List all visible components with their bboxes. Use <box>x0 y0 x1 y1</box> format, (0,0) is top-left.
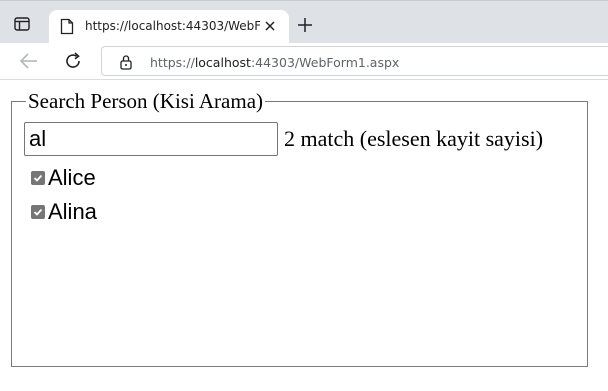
tab-title: https://localhost:44303/WebForm1.aspx <box>85 19 260 33</box>
active-tab[interactable]: https://localhost:44303/WebForm1.aspx <box>49 10 289 44</box>
sidebar-toggle-icon <box>14 17 30 31</box>
result-label: Alice <box>48 165 96 190</box>
url-scheme: https:// <box>150 55 195 70</box>
url-text[interactable]: https://localhost:44303/WebForm1.aspx <box>150 55 399 70</box>
checkmark-icon <box>33 174 43 182</box>
tab-actions-button[interactable] <box>10 13 34 35</box>
browser-toolbar: https://localhost:44303/WebForm1.aspx <box>0 43 608 80</box>
search-input[interactable] <box>24 122 278 156</box>
list-item[interactable]: Alina <box>31 195 97 229</box>
result-checkbox[interactable] <box>31 171 45 185</box>
url-path: :44303/WebForm1.aspx <box>250 55 400 70</box>
url-host: localhost <box>194 55 251 70</box>
match-count-label: 2 match (eslesen kayit sayisi) <box>284 126 544 151</box>
lock-icon[interactable] <box>119 54 133 70</box>
result-checkbox[interactable] <box>31 205 45 219</box>
result-label: Alina <box>48 199 97 224</box>
address-bar[interactable]: https://localhost:44303/WebForm1.aspx <box>101 46 608 76</box>
close-icon[interactable] <box>263 19 277 33</box>
reload-icon[interactable] <box>62 50 84 72</box>
plus-icon[interactable] <box>296 16 314 34</box>
fieldset-legend: Search Person (Kisi Arama) <box>26 89 266 114</box>
checkmark-icon <box>33 208 43 216</box>
result-list: Alice Alina <box>31 161 97 229</box>
back-arrow-icon[interactable] <box>18 51 40 71</box>
page-icon <box>60 18 74 35</box>
tab-strip: https://localhost:44303/WebForm1.aspx <box>0 0 608 44</box>
list-item[interactable]: Alice <box>31 161 97 195</box>
